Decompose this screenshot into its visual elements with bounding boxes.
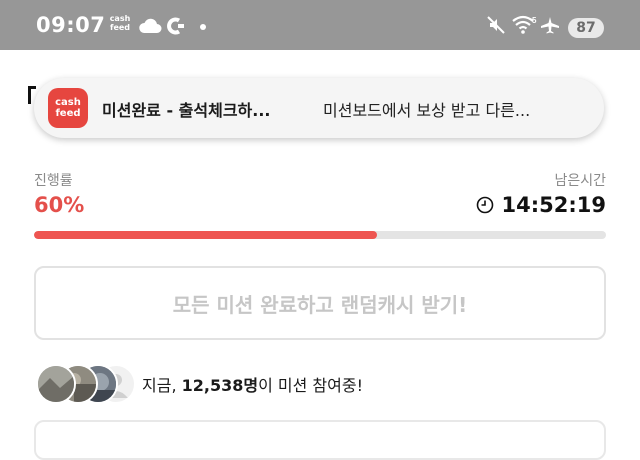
progress-bar-fill (34, 231, 378, 239)
avatar (36, 364, 76, 404)
wifi-icon: 5 (512, 15, 537, 34)
battery-icon: 87 (568, 18, 604, 38)
status-bar: 09:07 cash feed 5 87 (0, 0, 640, 50)
participant-avatars (36, 364, 136, 404)
app-icon-line2: feed (55, 108, 81, 119)
participants-suffix: 이 미션 참여중! (258, 376, 363, 395)
cashfeed-icon-line2: feed (109, 23, 131, 32)
progress-bar (34, 231, 606, 239)
notification-body: 미션보드에서 보상 받고 다른... (323, 101, 531, 120)
participants-count: 12,538명 (181, 376, 259, 395)
app-icon-line1: cash (55, 97, 81, 108)
remaining-time-label: 남은시간 (554, 173, 606, 189)
mission-card[interactable] (34, 420, 606, 460)
remaining-time: 14:52:19 (476, 193, 606, 217)
heads-up-notification[interactable]: cash feed 미션완료 - 출석체크하... 미션보드에서 보상 받고 다… (34, 78, 604, 138)
cloud-icon (139, 18, 162, 33)
progress-label: 진행률 (34, 173, 73, 189)
clock-icon (476, 196, 493, 214)
status-time: 09:07 (36, 13, 106, 37)
claim-random-cash-button[interactable]: 모든 미션 완료하고 랜덤캐시 받기! (34, 266, 606, 340)
mute-icon (487, 16, 505, 34)
notification-dot-icon (200, 24, 206, 30)
notification-title: 미션완료 - 출석체크하... (102, 101, 271, 120)
progress-value: 60% (34, 193, 85, 217)
remaining-time-value: 14:52:19 (501, 193, 606, 217)
participants-prefix: 지금, (142, 376, 182, 395)
c-app-icon (167, 17, 184, 35)
airplane-icon (541, 17, 559, 34)
cashfeed-app-icon: cash feed (48, 88, 88, 128)
svg-text:5: 5 (532, 16, 537, 25)
cashfeed-icon-line1: cash (109, 14, 131, 23)
cashfeed-icon: cash feed (107, 14, 133, 32)
participants-text: 지금, 12,538명이 미션 참여중! (142, 372, 363, 396)
